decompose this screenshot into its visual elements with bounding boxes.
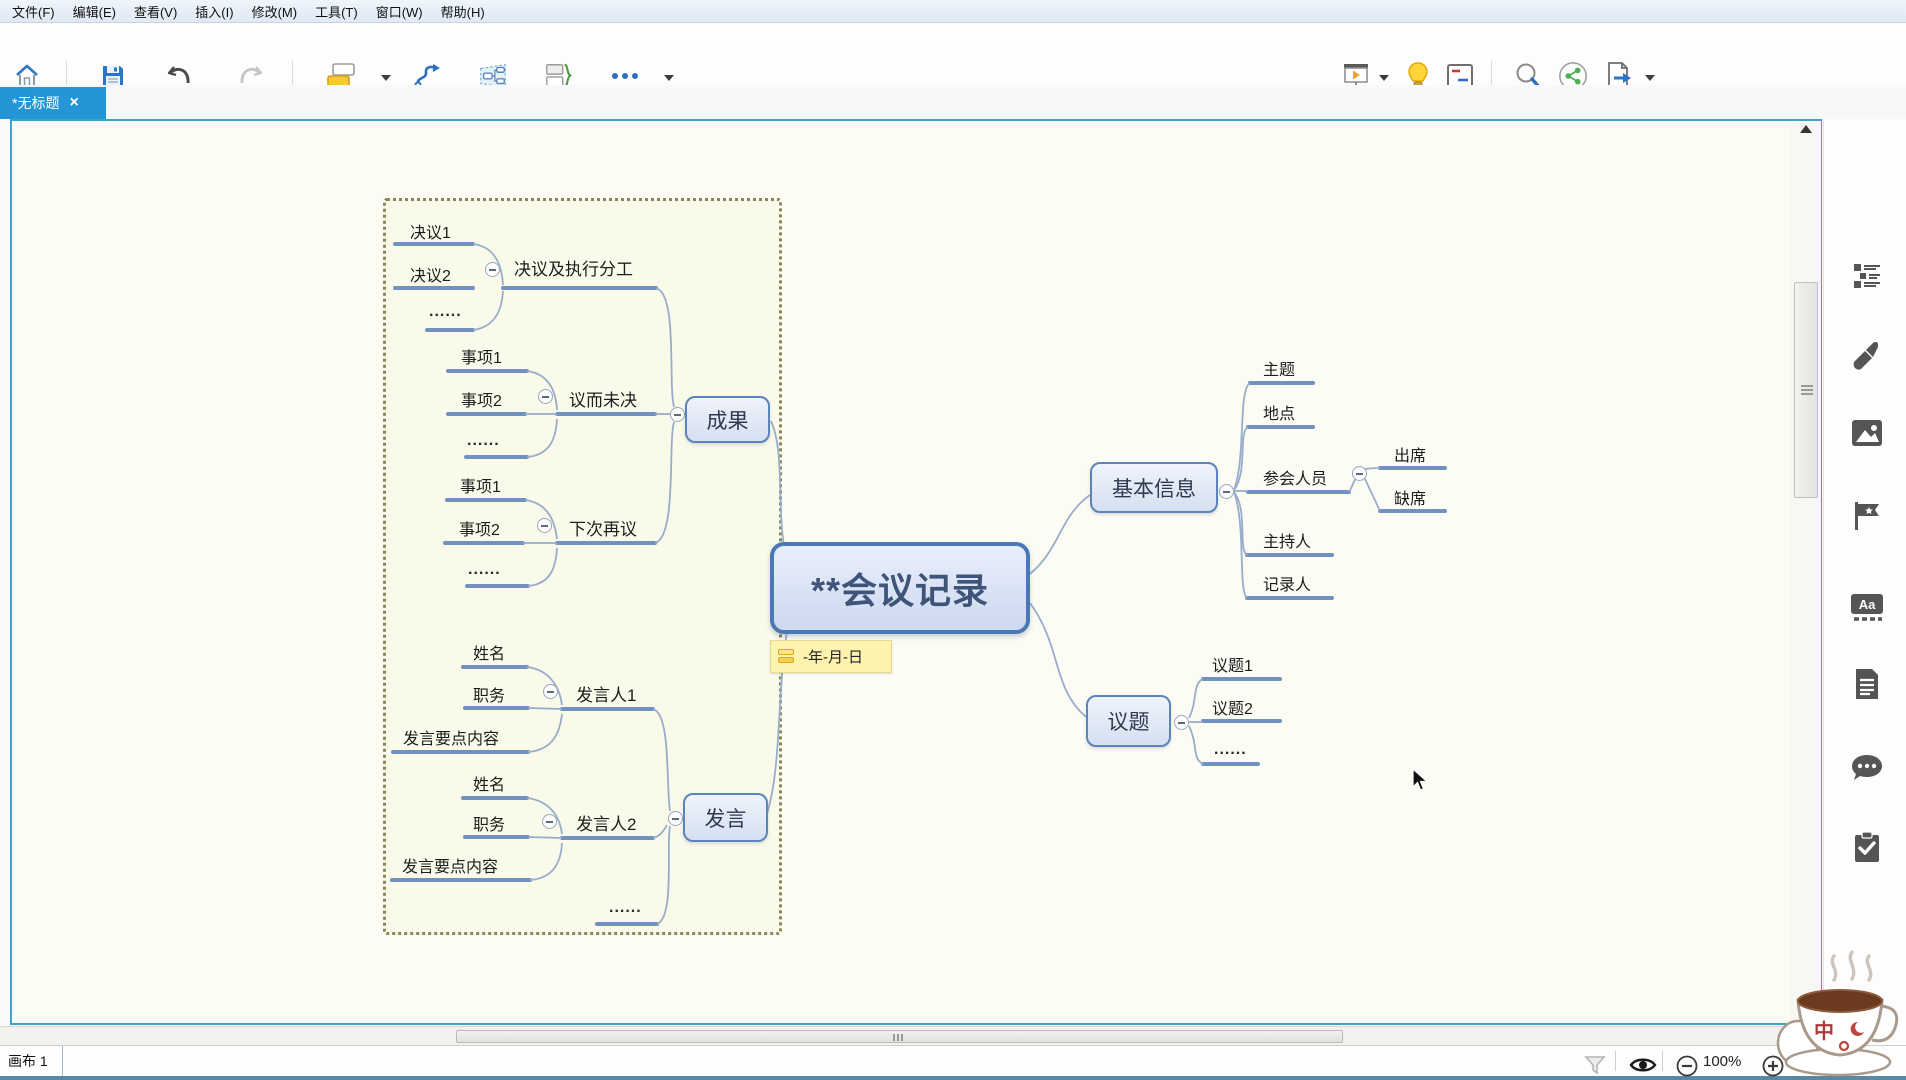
date-note[interactable]: -年-月-日 bbox=[770, 640, 892, 673]
menu-modify[interactable]: 修改(M) bbox=[246, 0, 310, 23]
vertical-scrollbar[interactable] bbox=[1791, 121, 1821, 1023]
note-panel-icon[interactable] bbox=[1850, 667, 1884, 701]
export-dropdown-icon[interactable] bbox=[1645, 75, 1655, 81]
branch-node-fayan[interactable]: 发言 bbox=[683, 793, 768, 842]
topic-label[interactable]: 地点 bbox=[1263, 400, 1295, 424]
topic-label[interactable]: 事项1 bbox=[460, 473, 501, 497]
topic-label[interactable]: 发言要点内容 bbox=[402, 853, 498, 877]
central-topic[interactable]: **会议记录 bbox=[770, 542, 1030, 634]
topic-label[interactable]: ...... bbox=[468, 561, 501, 579]
topic-label[interactable]: ...... bbox=[467, 432, 500, 450]
menu-help[interactable]: 帮助(H) bbox=[435, 0, 497, 23]
zoom-level: 100% bbox=[1703, 1053, 1741, 1070]
flag-marker-icon[interactable] bbox=[1850, 499, 1884, 533]
topic-label[interactable]: 主题 bbox=[1263, 356, 1295, 380]
topic-label[interactable]: 出席 bbox=[1394, 442, 1426, 466]
collapse-button[interactable] bbox=[538, 389, 553, 404]
topic-dropdown-icon[interactable] bbox=[381, 75, 391, 81]
application-window: 文件(F) 编辑(E) 查看(V) 插入(I) 修改(M) 工具(T) 窗口(W… bbox=[0, 0, 1906, 1080]
branch-node-jiben[interactable]: 基本信息 bbox=[1090, 462, 1218, 513]
topic-label[interactable]: 主持人 bbox=[1263, 528, 1311, 552]
topic-label[interactable]: 姓名 bbox=[473, 640, 505, 664]
topic-label[interactable]: 参会人员 bbox=[1263, 465, 1327, 489]
horizontal-scrollbar[interactable] bbox=[0, 1026, 1906, 1045]
statusbar-separator bbox=[1662, 1051, 1663, 1071]
status-bar: 画布 1 100% bbox=[0, 1045, 1906, 1080]
more-dropdown-icon[interactable] bbox=[664, 75, 674, 81]
ime-coffee-cup-icon[interactable]: 中 bbox=[1776, 948, 1906, 1080]
statusbar-separator bbox=[1615, 1051, 1616, 1071]
svg-text:Aa: Aa bbox=[1859, 597, 1876, 612]
collapse-button[interactable] bbox=[543, 684, 558, 699]
font-icon[interactable]: Aa bbox=[1850, 591, 1884, 625]
visibility-icon[interactable] bbox=[1628, 1050, 1658, 1080]
topic-label[interactable]: 议题2 bbox=[1212, 695, 1253, 719]
image-icon[interactable] bbox=[1850, 416, 1884, 450]
collapse-button[interactable] bbox=[668, 811, 683, 826]
document-tab-title: *无标题 bbox=[12, 93, 59, 113]
collapse-button[interactable] bbox=[1352, 466, 1367, 481]
zoom-out-icon[interactable] bbox=[1672, 1051, 1702, 1080]
topic-label[interactable]: 下次再议 bbox=[569, 515, 637, 540]
topic-label[interactable]: 决议2 bbox=[410, 262, 451, 286]
topic-label[interactable]: 姓名 bbox=[473, 771, 505, 795]
topic-label[interactable]: 发言人1 bbox=[576, 681, 636, 706]
menu-file[interactable]: 文件(F) bbox=[6, 0, 67, 23]
document-tab-bar: *无标题 × bbox=[0, 85, 1906, 119]
note-icon bbox=[778, 649, 795, 664]
task-icon[interactable] bbox=[1850, 830, 1884, 864]
topic-label[interactable]: 缺席 bbox=[1394, 485, 1426, 509]
topic-label[interactable]: 事项1 bbox=[461, 344, 502, 368]
menu-view[interactable]: 查看(V) bbox=[128, 0, 189, 23]
comment-icon[interactable] bbox=[1850, 751, 1884, 785]
topic-label[interactable]: 议而未决 bbox=[569, 386, 637, 411]
collapse-button[interactable] bbox=[542, 814, 557, 829]
note-text: -年-月-日 bbox=[803, 646, 863, 667]
format-brush-icon[interactable] bbox=[1850, 339, 1884, 373]
right-sidebar: Aa bbox=[1823, 119, 1906, 1045]
topic-label[interactable]: 事项2 bbox=[459, 516, 500, 540]
topic-label[interactable]: 发言人2 bbox=[576, 810, 636, 835]
scroll-up-icon[interactable] bbox=[1800, 125, 1812, 133]
filter-icon[interactable] bbox=[1580, 1050, 1610, 1080]
collapse-button[interactable] bbox=[1219, 484, 1234, 499]
menu-window[interactable]: 窗口(W) bbox=[370, 0, 435, 23]
vertical-scroll-thumb[interactable] bbox=[1794, 282, 1818, 498]
topic-label[interactable]: ...... bbox=[429, 303, 462, 321]
canvas-tab[interactable]: 画布 1 bbox=[0, 1046, 63, 1076]
presentation-dropdown-icon[interactable] bbox=[1379, 75, 1389, 81]
topic-label[interactable]: 发言要点内容 bbox=[403, 725, 499, 749]
document-tab[interactable]: *无标题 × bbox=[0, 87, 106, 119]
topic-label[interactable]: 决议1 bbox=[410, 219, 451, 243]
branch-node-yiti[interactable]: 议题 bbox=[1086, 695, 1171, 747]
topic-label[interactable]: 事项2 bbox=[461, 387, 502, 411]
svg-text:中: 中 bbox=[1814, 1019, 1834, 1043]
collapse-button[interactable] bbox=[485, 262, 500, 277]
collapse-button[interactable] bbox=[1174, 715, 1189, 730]
topic-label[interactable]: 职务 bbox=[473, 682, 505, 706]
menu-bar: 文件(F) 编辑(E) 查看(V) 插入(I) 修改(M) 工具(T) 窗口(W… bbox=[0, 0, 1906, 23]
topic-label[interactable]: 记录人 bbox=[1263, 571, 1311, 595]
menu-insert[interactable]: 插入(I) bbox=[189, 0, 245, 23]
outline-icon[interactable] bbox=[1850, 259, 1884, 293]
menu-tools[interactable]: 工具(T) bbox=[309, 0, 370, 23]
topic-label[interactable]: 议题1 bbox=[1212, 652, 1253, 676]
branch-node-chengguo[interactable]: 成果 bbox=[685, 396, 770, 443]
collapse-button[interactable] bbox=[537, 518, 552, 533]
menu-edit[interactable]: 编辑(E) bbox=[67, 0, 128, 23]
topic-label[interactable]: ...... bbox=[1214, 741, 1247, 759]
tab-close-icon[interactable]: × bbox=[69, 95, 78, 111]
collapse-button[interactable] bbox=[670, 407, 685, 422]
canvas-tab-label: 画布 1 bbox=[8, 1051, 48, 1071]
toolbar bbox=[0, 23, 1906, 85]
horizontal-scroll-thumb[interactable] bbox=[456, 1030, 1343, 1043]
topic-label[interactable]: 决议及执行分工 bbox=[514, 255, 633, 280]
topic-label[interactable]: ...... bbox=[609, 899, 642, 917]
topic-label[interactable]: 职务 bbox=[473, 811, 505, 835]
